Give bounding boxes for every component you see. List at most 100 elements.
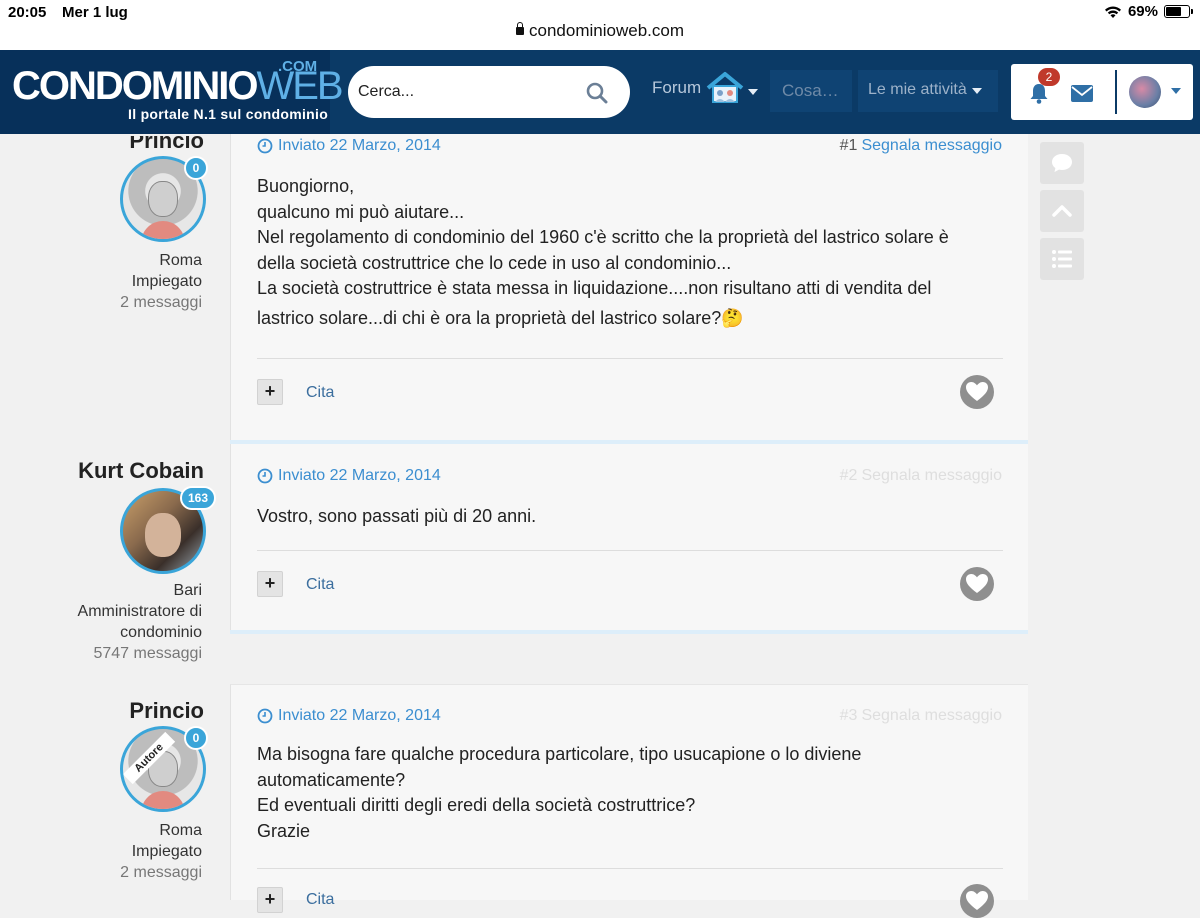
post-body: Vostro, sono passati più di 20 anni. — [257, 504, 997, 530]
address-bar[interactable]: condominioweb.com — [0, 21, 1200, 41]
multiquote-button[interactable]: + — [257, 571, 283, 597]
post-time-text: Inviato 22 Marzo, 2014 — [278, 707, 441, 724]
author-name[interactable]: Kurt Cobain — [78, 458, 204, 484]
report-link[interactable]: Segnala messaggio — [861, 467, 1002, 484]
post-count-badge: 0 — [184, 156, 208, 180]
author-location: Roma — [159, 822, 202, 839]
notifications-badge: 2 — [1038, 68, 1060, 86]
quote-button[interactable]: Cita — [306, 576, 334, 594]
nav-cosa[interactable]: Cosa… — [770, 70, 852, 112]
report-link[interactable]: Segnala messaggio — [861, 707, 1002, 724]
url-text: condominioweb.com — [529, 21, 684, 40]
search-box — [348, 66, 630, 118]
chevron-up-icon — [1052, 205, 1072, 217]
post-line: Buongiorno, — [257, 176, 355, 196]
author-column: Princio Autore 0 Roma Impiegato 2 messag… — [0, 684, 228, 900]
divider — [257, 358, 1003, 359]
logo-tagline: Il portale N.1 sul condominio — [128, 106, 329, 122]
quote-button[interactable]: Cita — [306, 891, 334, 909]
house-icon[interactable] — [704, 70, 746, 106]
wifi-icon — [1104, 5, 1121, 18]
user-box: 2 — [1011, 64, 1193, 120]
post: Inviato 22 Marzo, 2014 #3 Segnala messagg… — [230, 684, 1028, 918]
like-button[interactable] — [960, 375, 994, 409]
author-messages: 2 messaggi — [120, 864, 202, 881]
divider — [1115, 70, 1117, 114]
search-icon[interactable] — [586, 82, 608, 104]
post-body: Ma bisogna fare qualche procedura partic… — [257, 742, 997, 844]
logo-com: .COM — [278, 58, 318, 75]
chevron-down-icon[interactable] — [748, 89, 758, 95]
post-index[interactable]: #3 — [840, 707, 858, 724]
post-body: Buongiorno, qualcuno mi può aiutare... N… — [257, 174, 997, 331]
scroll-top-button[interactable] — [1040, 190, 1084, 232]
post-line: qualcuno mi può aiutare... — [257, 201, 465, 222]
heart-icon — [966, 382, 988, 401]
nav-mie-attivita[interactable]: Le mie attività — [858, 70, 998, 112]
nav-mie-label: Le mie attività — [868, 81, 967, 98]
post-number: #3 Segnala messaggio — [840, 707, 1002, 725]
reply-button[interactable] — [1040, 142, 1084, 184]
mail-icon[interactable] — [1071, 85, 1093, 102]
post-time-text: Inviato 22 Marzo, 2014 — [278, 467, 441, 484]
post-line: lastrico solare...di chi è ora la propri… — [257, 307, 744, 328]
heart-icon — [966, 574, 988, 593]
author-meta: Roma Impiegato 2 messaggi — [120, 820, 202, 883]
post: Inviato 22 Marzo, 2014 #1 Segnala messagg… — [230, 134, 1028, 440]
post-index[interactable]: #1 — [840, 137, 858, 154]
report-link[interactable]: Segnala messaggio — [861, 137, 1002, 154]
author-meta: Roma Impiegato 2 messaggi — [120, 250, 202, 313]
logo[interactable]: CONDOMINIOWEB .COM Il portale N.1 sul co… — [0, 50, 344, 134]
author-role: Amministratore di — [77, 603, 202, 620]
post-line: La società costruttrice è stata messa in… — [257, 278, 932, 298]
post-line: Vostro, sono passati più di 20 anni. — [257, 506, 537, 526]
author-role: Impiegato — [131, 843, 202, 860]
author-role: condominio — [120, 624, 202, 641]
chevron-down-icon[interactable] — [1171, 88, 1181, 94]
post-line: Ed eventuali diritti degli eredi della s… — [257, 795, 696, 815]
site-header: CONDOMINIOWEB .COM Il portale N.1 sul co… — [0, 50, 1200, 134]
status-date: Mer 1 lug — [62, 4, 128, 21]
author-meta: Bari Amministratore di condominio 5747 m… — [78, 580, 202, 664]
comment-icon — [1052, 154, 1072, 172]
battery-icon — [1164, 5, 1193, 18]
like-button[interactable] — [960, 567, 994, 601]
post-count-badge: 0 — [184, 726, 208, 750]
post-time[interactable]: Inviato 22 Marzo, 2014 — [257, 467, 441, 485]
quote-button[interactable]: Cita — [306, 384, 334, 402]
post-index[interactable]: #2 — [840, 467, 858, 484]
status-bar: 20:05 Mer 1 lug 69% condominioweb.com — [0, 0, 1200, 50]
author-location: Roma — [159, 252, 202, 269]
author-messages: 2 messaggi — [120, 294, 202, 311]
post-time-text: Inviato 22 Marzo, 2014 — [278, 137, 441, 154]
author-name[interactable]: Princio — [129, 698, 204, 724]
multiquote-button[interactable]: + — [257, 379, 283, 405]
post-number: #2 Segnala messaggio — [840, 467, 1002, 485]
post-time[interactable]: Inviato 22 Marzo, 2014 — [257, 707, 441, 725]
post-line: automaticamente? — [257, 769, 406, 790]
search-input[interactable] — [358, 80, 578, 104]
post-line: Grazie — [257, 820, 311, 841]
like-button[interactable] — [960, 884, 994, 918]
post-number: #1 Segnala messaggio — [840, 137, 1002, 155]
post-separator — [230, 630, 1028, 634]
clock-icon — [257, 138, 273, 154]
status-right: 69% — [1104, 3, 1193, 20]
nav-forum[interactable]: Forum — [652, 78, 701, 98]
author-column: Princio 0 Roma Impiegato 2 messaggi — [0, 134, 228, 434]
clock-icon — [257, 468, 273, 484]
post-line: Nel regolamento di condominio del 1960 c… — [257, 227, 949, 247]
multiquote-button[interactable]: + — [257, 887, 283, 913]
author-location: Bari — [173, 582, 202, 599]
status-time: 20:05 — [8, 4, 47, 21]
post-list-button[interactable] — [1040, 238, 1084, 280]
divider — [257, 550, 1003, 551]
divider — [257, 868, 1003, 869]
battery-percent: 69% — [1127, 3, 1158, 20]
post: Inviato 22 Marzo, 2014 #2 Segnala messagg… — [230, 444, 1028, 630]
author-column: Kurt Cobain 163 Bari Amministratore di c… — [0, 444, 228, 664]
user-avatar[interactable] — [1129, 76, 1161, 108]
post-time[interactable]: Inviato 22 Marzo, 2014 — [257, 137, 441, 155]
chevron-down-icon — [972, 88, 982, 94]
author-role: Impiegato — [131, 273, 202, 290]
